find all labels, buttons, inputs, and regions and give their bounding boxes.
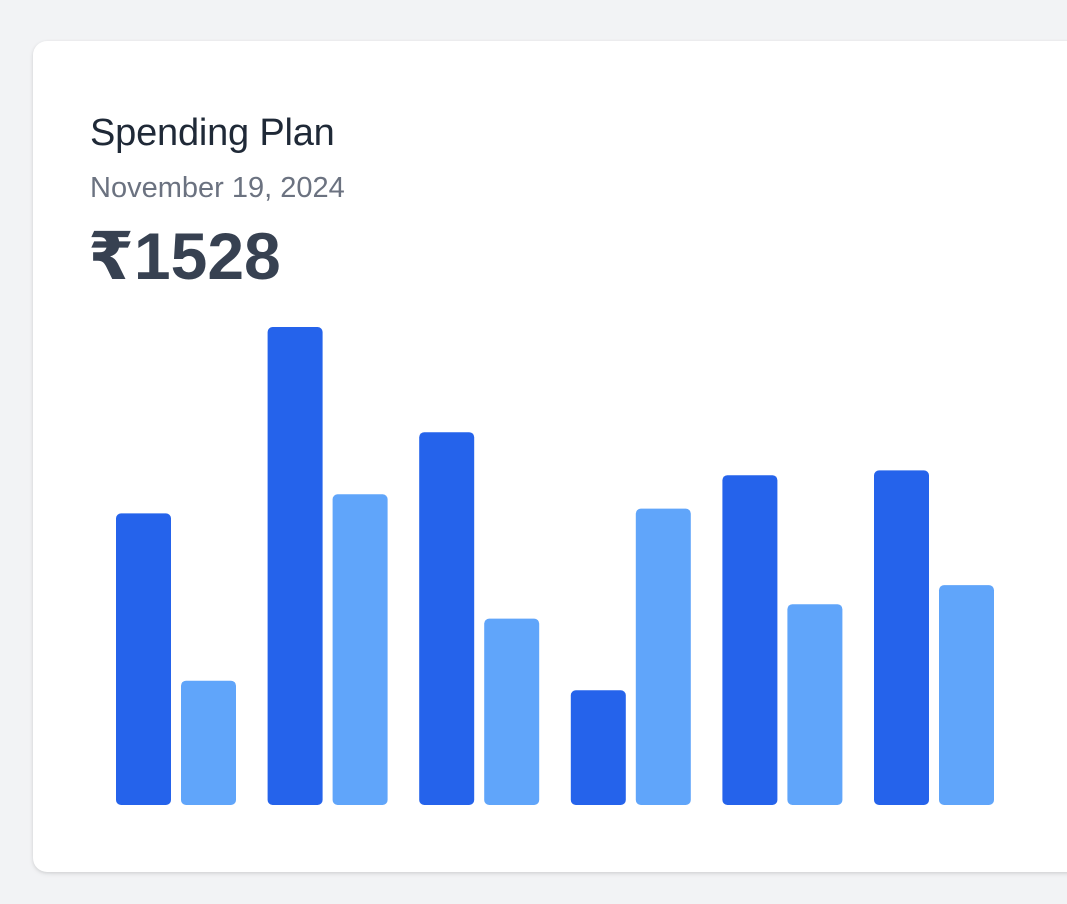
- bar-series-1-group-6: [874, 470, 929, 805]
- spending-bar-chart: [116, 327, 994, 805]
- bar-series-1-group-4: [570, 690, 626, 805]
- bar-series-2-group-3: [484, 618, 540, 805]
- bar-series-2-group-2: [332, 494, 388, 805]
- bar-series-1-group-3: [419, 432, 475, 805]
- bar-series-1-group-2: [267, 327, 323, 805]
- bar-series-2-group-1: [181, 680, 236, 805]
- bar-series-2-group-4: [635, 508, 691, 805]
- spending-plan-card: Spending Plan November 19, 2024 ₹1528: [33, 41, 1067, 872]
- bar-series-2-group-5: [787, 604, 843, 805]
- bar-series-2-group-6: [939, 585, 994, 805]
- bar-series-1-group-1: [116, 513, 171, 805]
- bar-series-1-group-5: [722, 475, 778, 805]
